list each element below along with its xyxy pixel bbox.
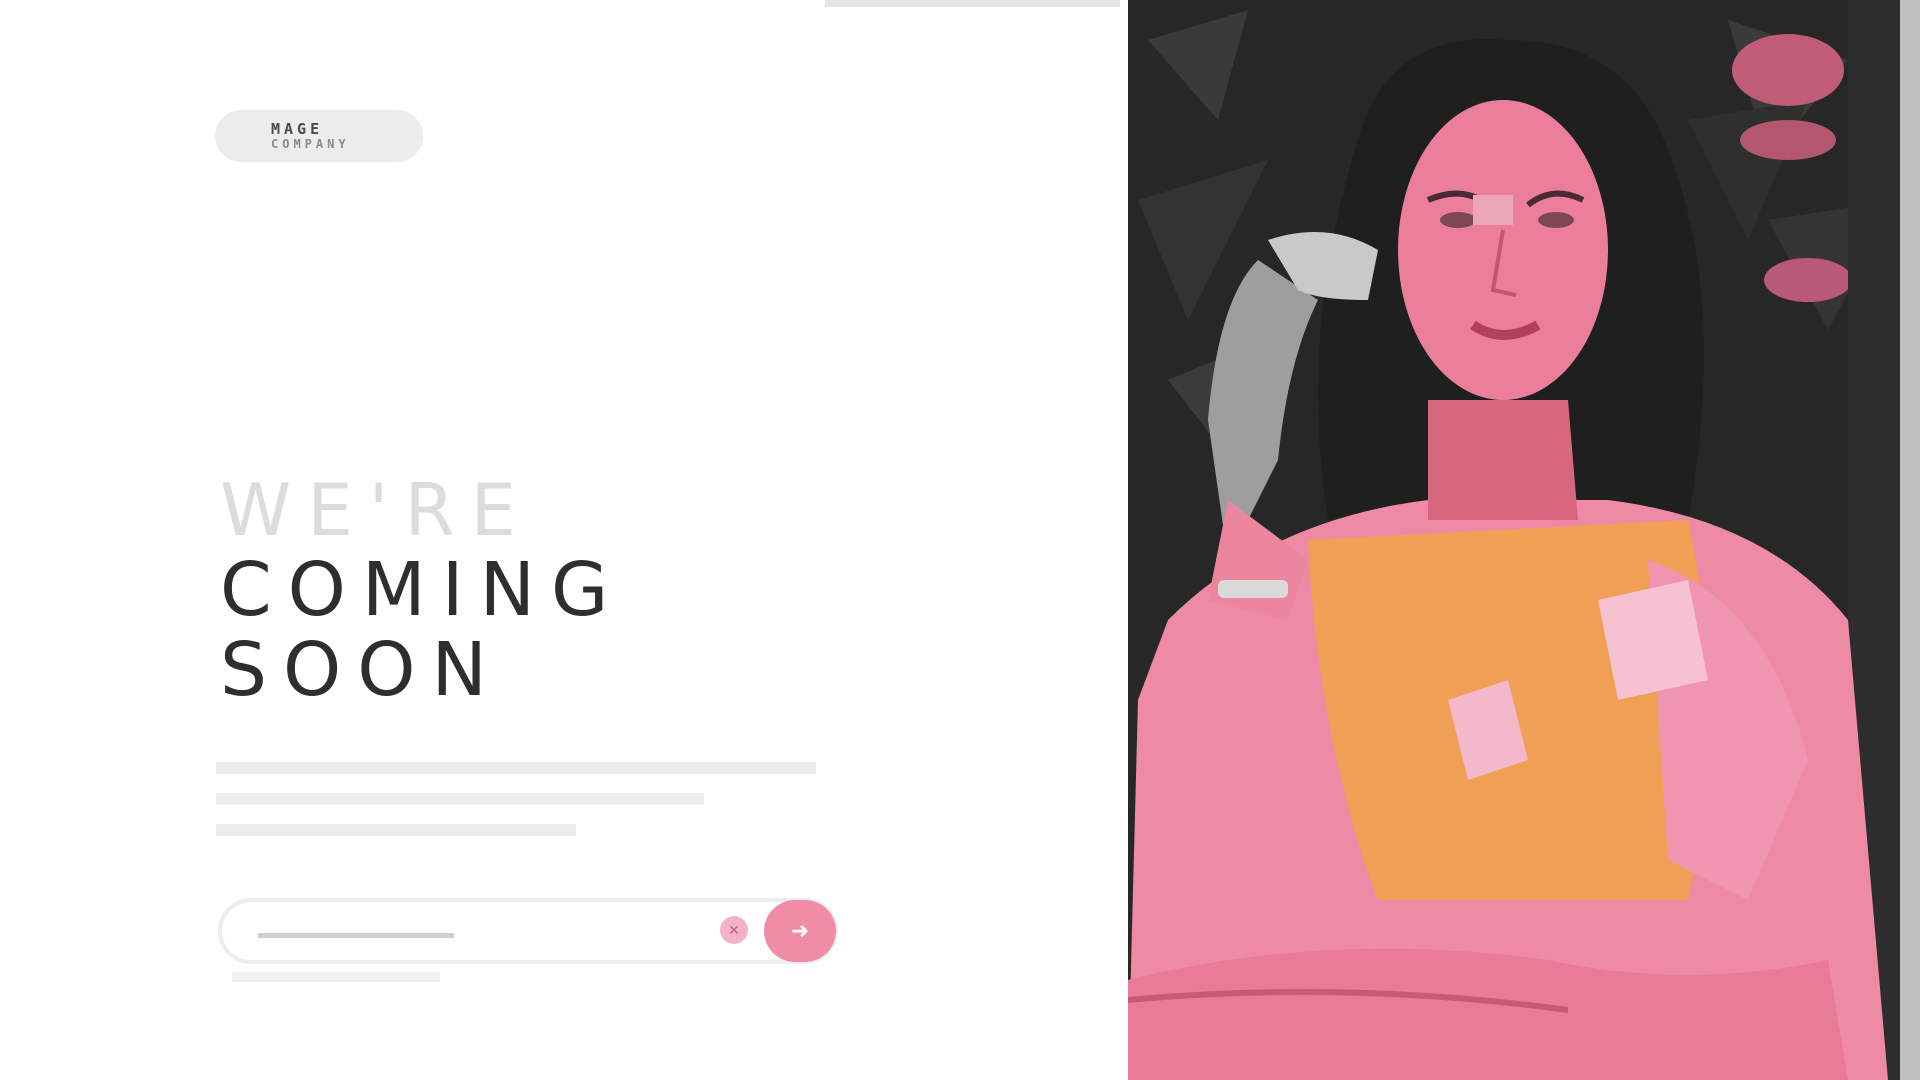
email-input[interactable] (256, 920, 556, 942)
right-edge-strip (1900, 0, 1920, 1080)
description-paragraph (216, 760, 816, 853)
logo-text-primary: MAGE (271, 120, 324, 138)
close-icon[interactable]: ✕ (720, 916, 748, 944)
headline-line-soon: SOON (220, 627, 503, 713)
subscribe-form: ✕ ➜ (218, 898, 838, 964)
description-line (216, 822, 576, 838)
arrow-right-icon: ➜ (790, 918, 810, 943)
description-line (216, 760, 816, 776)
subscribe-note (232, 972, 440, 982)
coming-soon-page: MAGE COMPANY WE'RE COMING SOON ✕ ➜ (0, 0, 1920, 1080)
hero-photo-illustration (1128, 0, 1910, 1080)
headline-line-were: WE'RE (220, 468, 532, 552)
logo-text-secondary: COMPANY (271, 137, 350, 151)
company-logo[interactable]: MAGE COMPANY (215, 110, 423, 162)
hero-image (1128, 0, 1910, 1080)
top-divider (825, 0, 1120, 7)
headline-line-coming: COMING (220, 547, 625, 633)
email-input-placeholder-bar (258, 933, 454, 938)
description-line (216, 791, 704, 807)
subscribe-button[interactable]: ➜ (764, 900, 836, 962)
page-headline: WE'RE COMING SOON (220, 470, 624, 710)
